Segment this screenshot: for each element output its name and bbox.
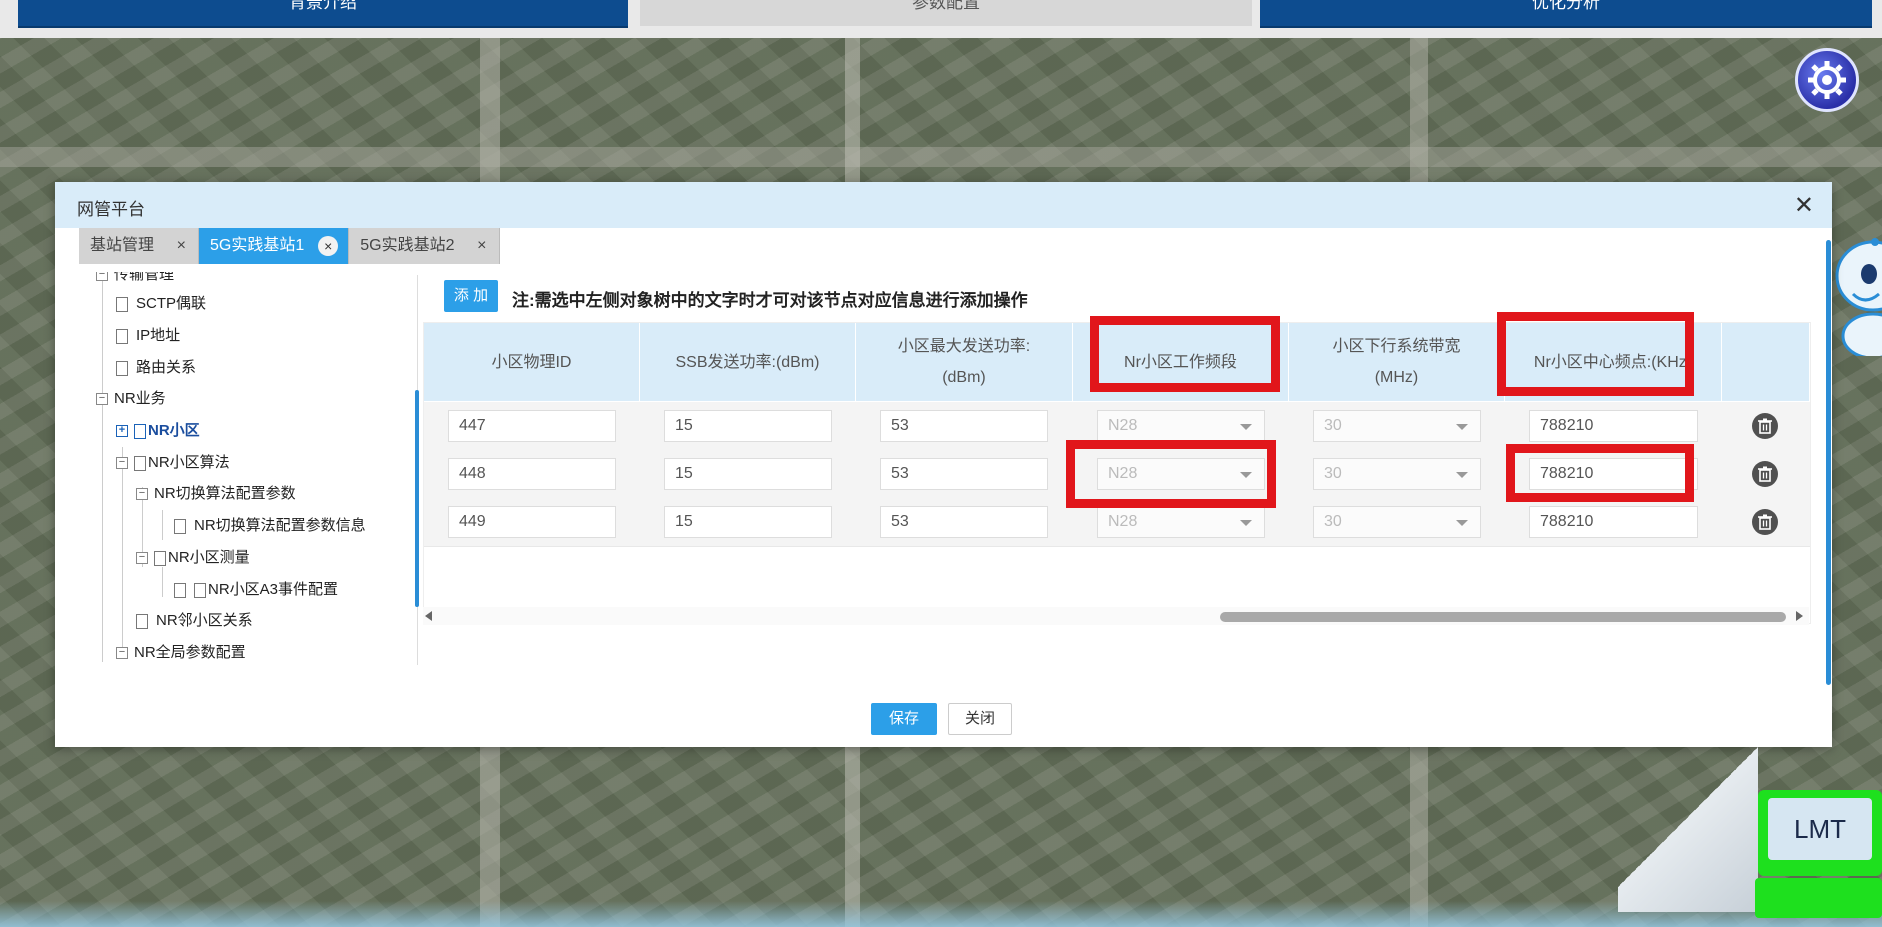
tree-node-route[interactable]: 路由关系 [116,357,196,379]
scrollbar-thumb[interactable] [1220,612,1786,622]
max-power-input[interactable]: 53 [880,458,1048,490]
lmt-label: LMT [1768,798,1872,860]
tree-node-ip[interactable]: IP地址 [116,325,180,347]
highlight-band-header [1090,316,1280,392]
instruction-note: 注:需选中左侧对象树中的文字时才可对该节点对应信息进行添加操作 [512,291,1028,310]
tab-station-management[interactable]: 基站管理 × [79,228,200,264]
lmt-computer-icon[interactable]: LMT [1758,790,1882,876]
tree-node-nr-handover-params[interactable]: − NR切换算法配置参数 [136,483,296,505]
tree-node-nr-cell-measure[interactable]: − NR小区测量 [136,547,250,569]
ssb-power-input[interactable]: 15 [664,458,832,490]
close-button[interactable]: 关闭 [948,703,1012,735]
tree-node-sctp[interactable]: SCTP偶联 [116,293,206,315]
robot-icon[interactable] [1833,236,1882,360]
chevron-down-icon [1240,520,1252,526]
collapse-toggle[interactable]: − [116,647,128,660]
delete-icon[interactable] [1752,509,1778,535]
center-freq-input[interactable]: 788210 [1529,506,1698,538]
tree-node-nr-service[interactable]: − NR业务 [96,388,166,410]
column-header-pci: 小区物理ID [424,323,640,401]
tab-label: 基站管理 [90,237,155,254]
table-horizontal-scrollbar[interactable] [423,607,1809,625]
file-icon [174,582,186,598]
nav-background-intro[interactable]: 背景介绍 [18,0,628,28]
file-icon [194,582,206,598]
network-management-modal: 网管平台 ✕ 基站管理 × 5G实践基站1 × 5G实践基站2 × − 传输管理 … [55,182,1832,747]
collapse-toggle[interactable]: − [136,552,148,565]
add-button[interactable]: 添 加 [444,280,498,312]
file-icon [154,550,166,566]
tab-5g-station-1[interactable]: 5G实践基站1 × [199,228,350,264]
collapse-toggle[interactable]: − [136,488,148,501]
file-icon [134,455,146,471]
tree-node-transport[interactable]: − 传输管理 [96,272,174,286]
tab-label: 5G实践基站2 [360,237,455,254]
tree-node-nr-cell[interactable]: + NR小区 [116,420,200,442]
tree-node-nr-neighbor[interactable]: NR邻小区关系 [136,610,253,632]
highlight-freq-header [1497,312,1694,396]
delete-icon[interactable] [1752,413,1778,439]
tab-close-icon[interactable]: × [477,228,486,264]
column-header-ssb-power: SSB发送功率:(dBm) [640,323,856,401]
column-header-bandwidth: 小区下行系统带宽 (MHz) [1289,323,1505,401]
collapse-toggle[interactable]: − [116,457,128,470]
bandwidth-select[interactable]: 30 [1313,458,1481,490]
tab-label: 5G实践基站1 [210,237,305,254]
tree-node-nr-cell-algo[interactable]: − NR小区算法 [116,452,230,474]
file-icon [174,518,186,534]
scroll-left-icon[interactable] [425,611,432,621]
modal-vertical-scrollbar[interactable] [1826,240,1831,685]
band-select[interactable]: N28 [1097,410,1265,442]
highlight-band-cell [1066,440,1276,508]
nav-parameter-config[interactable]: 参数配置 [640,0,1252,26]
close-icon[interactable]: ✕ [1794,191,1814,220]
chevron-down-icon [1456,472,1468,478]
tab-5g-station-2[interactable]: 5G实践基站2 × [349,228,500,264]
file-icon [116,296,128,312]
chevron-down-icon [1456,520,1468,526]
chevron-down-icon [1456,424,1468,430]
tree-node-nr-handover-params-info[interactable]: NR切换算法配置参数信息 [174,515,366,537]
pci-input[interactable]: 448 [448,458,616,490]
ssb-power-input[interactable]: 15 [664,506,832,538]
tab-close-icon[interactable]: × [177,228,186,264]
max-power-input[interactable]: 53 [880,506,1048,538]
center-freq-input[interactable]: 788210 [1529,410,1698,442]
tab-close-icon[interactable]: × [318,236,339,256]
tree-node-nr-a3-event[interactable]: NR小区A3事件配置 [174,579,338,601]
object-tree: − 传输管理 SCTP偶联 IP地址 路由关系 − NR业务 + NR小区 − NR小区… [88,272,418,667]
save-button[interactable]: 保存 [871,703,937,735]
bandwidth-select[interactable]: 30 [1313,506,1481,538]
modal-title: 网管平台 [77,200,145,219]
page-curl-decoration [1618,722,1758,912]
pci-input[interactable]: 449 [448,506,616,538]
tab-bar: 基站管理 × 5G实践基站1 × 5G实践基站2 × [79,228,500,264]
gear-icon[interactable] [1795,48,1859,112]
column-header-max-power: 小区最大发送功率: (dBm) [856,323,1073,401]
file-icon [134,423,146,439]
pci-input[interactable]: 447 [448,410,616,442]
tree-scrollbar[interactable] [415,390,419,607]
lmt-keyboard [1755,878,1882,918]
bottom-wave-decoration [0,901,1882,927]
top-navigation: 背景介绍 参数配置 优化分析 [0,0,1882,38]
tree-node-nr-global-params[interactable]: − NR全局参数配置 [116,642,246,664]
modal-header: 网管平台 ✕ [55,182,1832,228]
ssb-power-input[interactable]: 15 [664,410,832,442]
expand-toggle[interactable]: + [116,425,128,438]
highlight-freq-cell [1506,444,1694,502]
max-power-input[interactable]: 53 [880,410,1048,442]
column-header-actions [1722,323,1810,401]
bandwidth-select[interactable]: 30 [1313,410,1481,442]
file-icon [136,613,148,629]
nav-optimization-analysis[interactable]: 优化分析 [1260,0,1872,28]
file-icon [116,328,128,344]
band-select[interactable]: N28 [1097,506,1265,538]
collapse-toggle[interactable]: − [96,393,108,406]
chevron-down-icon [1240,424,1252,430]
collapse-toggle[interactable]: − [96,272,108,282]
scroll-right-icon[interactable] [1796,611,1803,621]
delete-icon[interactable] [1752,461,1778,487]
file-icon [116,360,128,376]
